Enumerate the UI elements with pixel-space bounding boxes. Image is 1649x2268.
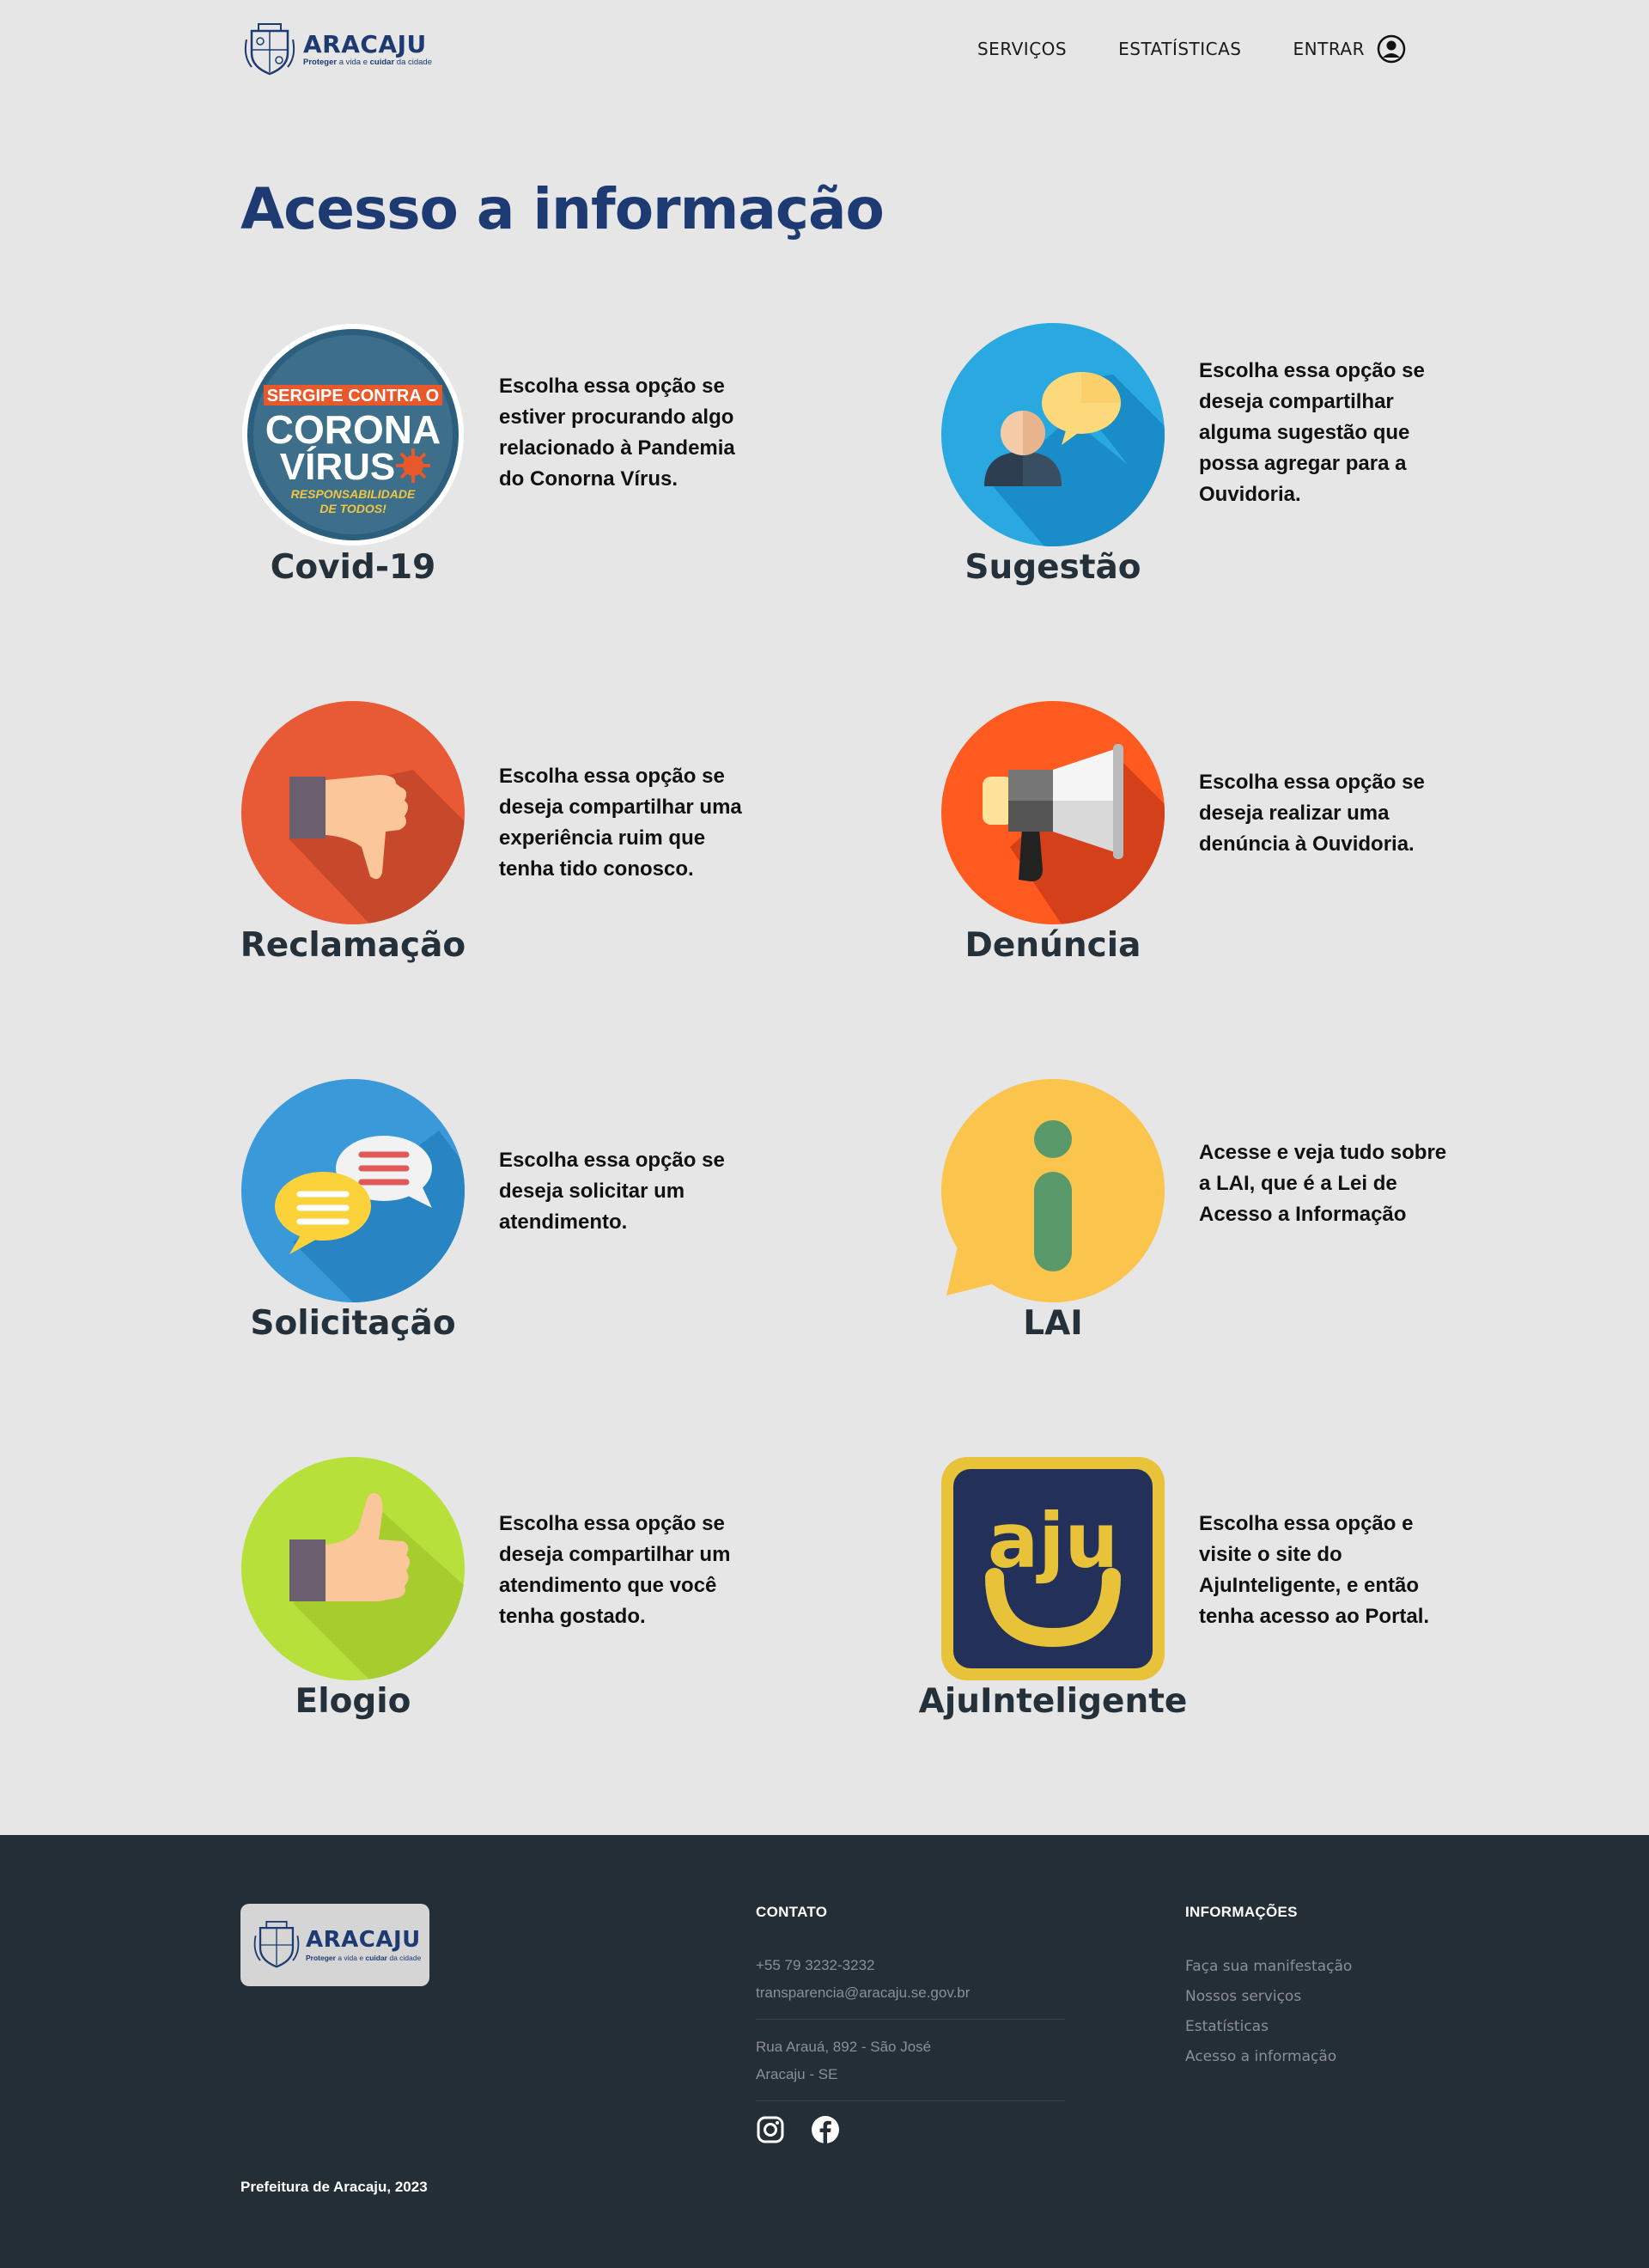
card-lai-label: LAI xyxy=(1023,1304,1083,1343)
footer-divider xyxy=(756,2019,1065,2020)
svg-text:RESPONSABILIDADE: RESPONSABILIDADE xyxy=(291,487,416,501)
card-request-description: Escolha essa opção se deseja solicitar u… xyxy=(499,1149,725,1234)
person-thought-bubble-icon xyxy=(941,323,1165,546)
link-manifestation[interactable]: Faça sua manifestação xyxy=(1185,1952,1352,1982)
card-covid-label: Covid-19 xyxy=(270,548,436,587)
card-aju-inteligente-label: AjuInteligente xyxy=(918,1682,1188,1721)
svg-text:DE TODOS!: DE TODOS! xyxy=(319,502,386,515)
contact-address-line2: Aracaju - SE xyxy=(756,2066,838,2082)
aracaju-logo[interactable]: ARACAJU Proteger a vida e cuidar da cida… xyxy=(243,22,432,77)
card-covid-description: Escolha essa opção se estiver procurando… xyxy=(499,375,735,491)
card-report-label: Denúncia xyxy=(964,926,1141,965)
info-heading: INFORMAÇÕES xyxy=(1185,1904,1298,1920)
nav-statistics[interactable]: ESTATÍSTICAS xyxy=(1118,39,1241,59)
card-aju-inteligente-description: Escolha essa opção e visite o site do Aj… xyxy=(1199,1512,1430,1628)
card-request-label: Solicitação xyxy=(250,1304,456,1343)
card-praise-label: Elogio xyxy=(295,1682,411,1721)
card-praise[interactable]: Elogio Escolha essa opção se deseja comp… xyxy=(241,1457,877,1741)
link-information-access[interactable]: Acesso a informação xyxy=(1185,2042,1352,2072)
link-statistics[interactable]: Estatísticas xyxy=(1185,2012,1352,2042)
aju-app-icon: aju xyxy=(941,1457,1165,1680)
footer-divider xyxy=(756,2100,1065,2101)
card-report[interactable]: Denúncia Escolha essa opção se deseja re… xyxy=(941,701,1577,985)
card-complaint-label: Reclamação xyxy=(240,926,466,965)
logo-tagline: Proteger a vida e cuidar da cidade xyxy=(303,58,432,67)
info-icon xyxy=(941,1079,1165,1302)
nav-login-label: ENTRAR xyxy=(1293,39,1365,59)
card-report-description: Escolha essa opção se deseja realizar um… xyxy=(1199,771,1425,856)
card-suggestion-label: Sugestão xyxy=(964,548,1141,587)
footer: ARACAJU Proteger a vida e cuidar da cida… xyxy=(0,1835,1649,2268)
card-aju-inteligente[interactable]: aju AjuInteligente Escolha essa opção e … xyxy=(919,1457,1577,1741)
link-services[interactable]: Nossos serviços xyxy=(1185,1982,1352,2012)
main-nav: SERVIÇOS ESTATÍSTICAS ENTRAR xyxy=(926,34,1406,64)
copyright: Prefeitura de Aracaju, 2023 xyxy=(240,2179,428,2195)
card-suggestion[interactable]: Sugestão Escolha essa opção se deseja co… xyxy=(941,323,1577,607)
instagram-icon[interactable] xyxy=(756,2115,785,2144)
chat-bubbles-icon xyxy=(241,1079,465,1302)
card-lai-description: Acesse e veja tudo sobre a LAI, que é a … xyxy=(1199,1141,1447,1226)
card-lai[interactable]: LAI Acesse e veja tudo sobre a LAI, que … xyxy=(941,1079,1577,1363)
footer-logo-tagline: Proteger a vida e cuidar da cidade xyxy=(306,1954,422,1962)
card-complaint[interactable]: Reclamação Escolha essa opção se deseja … xyxy=(240,701,877,985)
card-complaint-description: Escolha essa opção se deseja compartilha… xyxy=(499,765,742,881)
footer-info: INFORMAÇÕES Faça sua manifestação Nossos… xyxy=(1185,1904,1352,2072)
coronavirus-badge-icon: SERGIPE CONTRA O CORONA VÍRUS RESPONSABI… xyxy=(242,324,464,546)
card-request[interactable]: Solicitação Escolha essa opção se deseja… xyxy=(241,1079,877,1363)
nav-services[interactable]: SERVIÇOS xyxy=(977,39,1067,59)
megaphone-icon xyxy=(941,701,1165,924)
contact-heading: CONTATO xyxy=(756,1904,828,1920)
logo-name: ARACAJU xyxy=(303,30,427,58)
city-crest-icon xyxy=(244,23,295,76)
card-suggestion-description: Escolha essa opção se deseja compartilha… xyxy=(1199,359,1425,506)
city-crest-icon xyxy=(253,1921,300,1968)
user-account-icon xyxy=(1377,34,1406,64)
login-button[interactable]: ENTRAR xyxy=(1293,34,1406,64)
header: ARACAJU Proteger a vida e cuidar da cida… xyxy=(0,0,1649,107)
facebook-icon[interactable] xyxy=(811,2115,840,2144)
page-title: Acesso a informação xyxy=(240,176,885,242)
svg-text:SERGIPE CONTRA O: SERGIPE CONTRA O xyxy=(267,387,439,405)
contact-email[interactable]: transparencia@aracaju.se.gov.br xyxy=(756,1979,1065,2007)
footer-logo-name: ARACAJU xyxy=(306,1927,421,1953)
svg-text:aju: aju xyxy=(988,1497,1118,1585)
svg-text:VÍRUS: VÍRUS xyxy=(280,445,395,488)
social-links xyxy=(756,2115,1065,2144)
card-covid[interactable]: SERGIPE CONTRA O CORONA VÍRUS RESPONSABI… xyxy=(241,323,877,607)
contact-address-line1: Rua Arauá, 892 - São José xyxy=(756,2039,932,2055)
footer-logo[interactable]: ARACAJU Proteger a vida e cuidar da cida… xyxy=(240,1904,429,1986)
thumbs-down-icon xyxy=(241,701,465,924)
footer-contact: CONTATO +55 79 3232-3232 transparencia@a… xyxy=(756,1904,1065,2144)
thumbs-up-icon xyxy=(241,1457,465,1680)
contact-phone: +55 79 3232-3232 xyxy=(756,1957,875,1973)
card-praise-description: Escolha essa opção se deseja compartilha… xyxy=(499,1512,731,1628)
